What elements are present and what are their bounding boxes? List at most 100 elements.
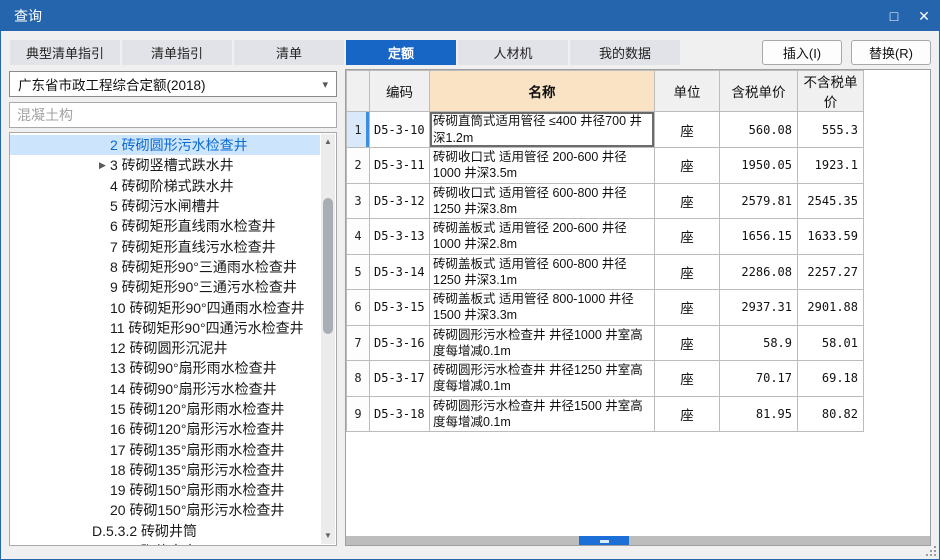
unit-cell[interactable]: 座: [654, 111, 720, 148]
price-excl-tax-cell[interactable]: 2545.35: [797, 182, 864, 219]
table-row[interactable]: 3 D5-3-12 砖砌收口式 适用管径 600-800 井径1250 井深3.…: [346, 182, 864, 219]
row-number-cell[interactable]: 3: [346, 182, 370, 219]
unit-cell[interactable]: 座: [654, 253, 720, 290]
horizontal-scrollbar-thumb[interactable]: [579, 536, 629, 545]
tab[interactable]: 我的数据: [570, 40, 680, 65]
code-cell[interactable]: D5-3-12: [369, 182, 430, 219]
name-cell[interactable]: 砖砌盖板式 适用管径 600-800 井径1250 井深3.1m: [429, 253, 655, 290]
price-excl-tax-cell[interactable]: 80.82: [797, 395, 864, 432]
unit-cell[interactable]: 座: [654, 218, 720, 255]
tab[interactable]: 典型清单指引: [10, 40, 120, 65]
tree-item[interactable]: 9 砖砌矩形90°三通污水检查井: [10, 277, 320, 297]
unit-cell[interactable]: 座: [654, 147, 720, 184]
name-cell[interactable]: 砖砌圆形污水检查井 井径1250 井室高度每增减0.1m: [429, 360, 655, 397]
price-excl-tax-cell[interactable]: 555.3: [797, 111, 864, 148]
tree-item[interactable]: 17 砖砌135°扇形雨水检查井: [10, 439, 320, 459]
tree-item[interactable]: 16 砖砌120°扇形污水检查井: [10, 419, 320, 439]
tree-item[interactable]: 2 砖砌圆形污水检查井: [10, 135, 320, 156]
table-row[interactable]: 1 D5-3-10 砖砌直筒式适用管径 ≤400 井径700 井深1.2m 座 …: [346, 111, 864, 148]
price-incl-tax-cell[interactable]: 2286.08: [719, 253, 798, 290]
maximize-icon[interactable]: □: [879, 1, 909, 31]
tab[interactable]: 人材机: [458, 40, 568, 65]
tree-item[interactable]: 13 砖砌90°扇形雨水检查井: [10, 358, 320, 378]
row-number-cell[interactable]: 4: [346, 218, 370, 255]
table-row[interactable]: 8 D5-3-17 砖砌圆形污水检查井 井径1250 井室高度每增减0.1m 座…: [346, 360, 864, 397]
code-cell[interactable]: D5-3-13: [369, 218, 430, 255]
price-incl-tax-cell[interactable]: 560.08: [719, 111, 798, 148]
table-row[interactable]: 2 D5-3-11 砖砌收口式 适用管径 200-600 井径1000 井深3.…: [346, 147, 864, 184]
table-row[interactable]: 5 D5-3-14 砖砌盖板式 适用管径 600-800 井径1250 井深3.…: [346, 253, 864, 290]
code-cell[interactable]: D5-3-10: [369, 111, 430, 148]
tree-item[interactable]: D.5.3.2 砖砌井筒: [10, 521, 320, 541]
insert-button[interactable]: 插入(I): [762, 40, 842, 65]
code-cell[interactable]: D5-3-18: [369, 395, 430, 432]
price-excl-tax-cell[interactable]: 2901.88: [797, 289, 864, 326]
price-incl-tax-cell[interactable]: 81.95: [719, 395, 798, 432]
name-cell[interactable]: 砖砌圆形污水检查井 井径1500 井室高度每增减0.1m: [429, 395, 655, 432]
row-number-cell[interactable]: 2: [346, 147, 370, 184]
name-cell[interactable]: 砖砌直筒式适用管径 ≤400 井径700 井深1.2m: [429, 111, 655, 148]
table-row[interactable]: 6 D5-3-15 砖砌盖板式 适用管径 800-1000 井径1500 井深3…: [346, 289, 864, 326]
price-incl-tax-cell[interactable]: 2937.31: [719, 289, 798, 326]
name-cell[interactable]: 砖砌盖板式 适用管径 800-1000 井径1500 井深3.3m: [429, 289, 655, 326]
expand-arrow-icon[interactable]: ▶: [95, 160, 110, 171]
tree-item[interactable]: 19 砖砌150°扇形雨水检查井: [10, 480, 320, 500]
close-icon[interactable]: ✕: [909, 1, 939, 31]
tree-scrollbar[interactable]: ▲ ▼: [321, 134, 335, 544]
table-row[interactable]: 7 D5-3-16 砖砌圆形污水检查井 井径1000 井室高度每增减0.1m 座…: [346, 324, 864, 361]
price-incl-tax-cell[interactable]: 2579.81: [719, 182, 798, 219]
replace-button[interactable]: 替换(R): [851, 40, 931, 65]
tab[interactable]: 清单指引: [122, 40, 232, 65]
scroll-down-icon[interactable]: ▼: [321, 529, 335, 543]
tree-scrollbar-thumb[interactable]: [323, 198, 333, 334]
tree-item[interactable]: 4 砖砌阶梯式跌水井: [10, 176, 320, 196]
unit-cell[interactable]: 座: [654, 324, 720, 361]
row-number-cell[interactable]: 5: [346, 253, 370, 290]
price-excl-tax-cell[interactable]: 69.18: [797, 360, 864, 397]
resize-grip-icon[interactable]: [934, 554, 936, 556]
name-cell[interactable]: 砖砌收口式 适用管径 600-800 井径1250 井深3.8m: [429, 182, 655, 219]
price-incl-tax-cell[interactable]: 70.17: [719, 360, 798, 397]
price-excl-tax-cell[interactable]: 1633.59: [797, 218, 864, 255]
row-number-cell[interactable]: 8: [346, 360, 370, 397]
price-excl-tax-cell[interactable]: 58.01: [797, 324, 864, 361]
row-number-cell[interactable]: 6: [346, 289, 370, 326]
search-input[interactable]: [9, 102, 337, 128]
row-number-cell[interactable]: 7: [346, 324, 370, 361]
price-excl-tax-cell[interactable]: 1923.1: [797, 147, 864, 184]
tree-item[interactable]: 8 砖砌矩形90°三通雨水检查井: [10, 257, 320, 277]
table-row[interactable]: 9 D5-3-18 砖砌圆形污水检查井 井径1500 井室高度每增减0.1m 座…: [346, 395, 864, 432]
table-row[interactable]: 4 D5-3-13 砖砌盖板式 适用管径 200-600 井径1000 井深2.…: [346, 218, 864, 255]
tree-item[interactable]: 20 砖砌150°扇形污水检查井: [10, 500, 320, 520]
code-cell[interactable]: D5-3-15: [369, 289, 430, 326]
price-incl-tax-cell[interactable]: 1950.05: [719, 147, 798, 184]
tree-item[interactable]: 18 砖砌135°扇形污水检查井: [10, 460, 320, 480]
table-horizontal-scrollbar[interactable]: [346, 536, 930, 545]
code-cell[interactable]: D5-3-11: [369, 147, 430, 184]
tree-item[interactable]: 12 砖砌圆形沉泥井: [10, 338, 320, 358]
row-number-cell[interactable]: 1: [346, 111, 370, 148]
price-excl-tax-cell[interactable]: 2257.27: [797, 253, 864, 290]
tree-item[interactable]: 7 砖砌矩形直线污水检查井: [10, 236, 320, 256]
code-cell[interactable]: D5-3-16: [369, 324, 430, 361]
tab[interactable]: 清单: [234, 40, 344, 65]
tree-item[interactable]: 14 砖砌90°扇形污水检查井: [10, 379, 320, 399]
code-cell[interactable]: D5-3-17: [369, 360, 430, 397]
price-incl-tax-cell[interactable]: 1656.15: [719, 218, 798, 255]
price-incl-tax-cell[interactable]: 58.9: [719, 324, 798, 361]
quota-library-select[interactable]: 广东省市政工程综合定额(2018) ▾: [9, 71, 337, 97]
name-cell[interactable]: 砖砌盖板式 适用管径 200-600 井径1000 井深2.8m: [429, 218, 655, 255]
tree-item[interactable]: 15 砖砌120°扇形雨水检查井: [10, 399, 320, 419]
unit-cell[interactable]: 座: [654, 182, 720, 219]
tab[interactable]: 定额: [346, 40, 456, 65]
row-number-cell[interactable]: 9: [346, 395, 370, 432]
tree-item[interactable]: D.5.3.3 砌体出水口: [10, 541, 320, 545]
tree-item[interactable]: 6 砖砌矩形直线雨水检查井: [10, 216, 320, 236]
name-cell[interactable]: 砖砌圆形污水检查井 井径1000 井室高度每增减0.1m: [429, 324, 655, 361]
tree-item[interactable]: 10 砖砌矩形90°四通雨水检查井: [10, 297, 320, 317]
code-cell[interactable]: D5-3-14: [369, 253, 430, 290]
tree-item[interactable]: 5 砖砌污水闸槽井: [10, 196, 320, 216]
unit-cell[interactable]: 座: [654, 360, 720, 397]
unit-cell[interactable]: 座: [654, 395, 720, 432]
tree-item[interactable]: 11 砖砌矩形90°四通污水检查井: [10, 318, 320, 338]
